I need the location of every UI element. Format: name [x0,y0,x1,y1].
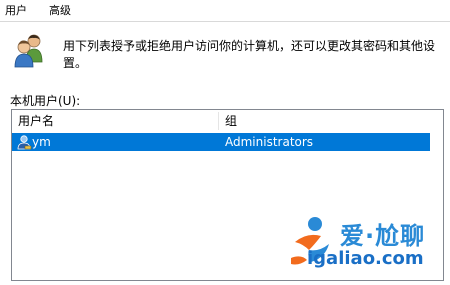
tab-divider [0,21,450,22]
watermark-url-text: igaliao.com [307,248,424,269]
list-header: 用户名 组 [12,110,443,132]
user-group-cell: Administrators [225,135,314,149]
user-name-cell: ym [32,135,51,149]
user-accounts-dialog: 用户 高级 用下列表授予或拒绝用户访问你的计算机，还可以更改其密码和其他设置。 … [0,0,450,285]
tab-users[interactable]: 用户 [5,0,27,22]
user-icon [17,135,32,150]
watermark-logo: 爱·尬聊 igaliao.com [285,212,445,278]
tab-bar: 用户 高级 [0,0,450,22]
local-users-label: 本机用户(U): [10,94,81,108]
watermark-brand-text: 爱·尬聊 [340,222,426,250]
list-item[interactable]: ym Administrators [12,133,430,151]
tab-advanced[interactable]: 高级 [49,0,71,22]
column-header-username[interactable]: 用户名 [18,110,218,132]
column-header-group[interactable]: 组 [225,110,435,132]
column-divider[interactable] [218,112,219,130]
info-description: 用下列表授予或拒绝用户访问你的计算机，还可以更改其密码和其他设置。 [63,39,436,70]
users-icon [14,34,43,68]
